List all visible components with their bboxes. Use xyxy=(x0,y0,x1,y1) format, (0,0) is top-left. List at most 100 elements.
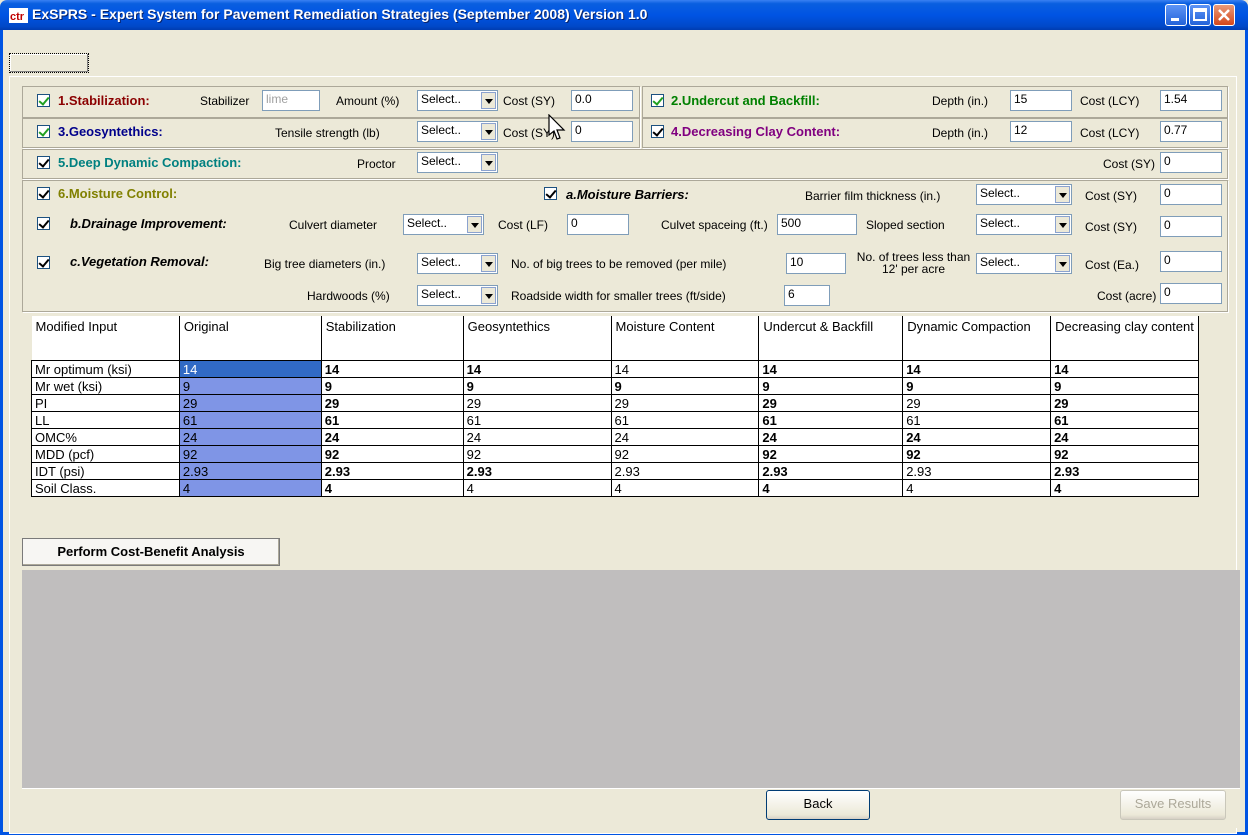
grid-cell[interactable]: 29 xyxy=(320,394,464,412)
row-header-cell[interactable]: Mr optimum (ksi) xyxy=(31,360,180,378)
grid-cell[interactable]: 4 xyxy=(1050,479,1199,497)
grid-cell[interactable]: 9 xyxy=(1050,377,1199,395)
vegetation-checkbox[interactable] xyxy=(37,256,50,269)
grid-cell[interactable]: 92 xyxy=(758,445,904,463)
grid-cell[interactable]: 2.93 xyxy=(320,462,464,480)
grid-cell[interactable]: 61 xyxy=(902,411,1052,429)
grid-cell[interactable]: 14 xyxy=(1050,360,1199,378)
clay-checkbox[interactable] xyxy=(651,125,664,138)
grid-cell[interactable]: 4 xyxy=(758,479,904,497)
grid-cell[interactable]: 4 xyxy=(178,479,322,497)
row-header-cell[interactable]: OMC% xyxy=(31,428,180,446)
tensile-select[interactable]: Select.. xyxy=(417,121,498,142)
proctor-select[interactable]: Select.. xyxy=(417,152,498,173)
grid-cell[interactable]: 92 xyxy=(902,445,1052,463)
num-big-trees-input[interactable]: 10 xyxy=(786,253,846,274)
grid-cell[interactable]: 61 xyxy=(758,411,904,429)
table-row[interactable]: OMC% 24 24 24 24 24 24 24 xyxy=(31,428,1199,446)
dropdown-arrow-icon[interactable] xyxy=(1055,255,1070,272)
culvert-select[interactable]: Select.. xyxy=(403,214,484,235)
drainage-cost-sy-input[interactable]: 0 xyxy=(1160,216,1222,237)
row-header-cell[interactable]: LL xyxy=(31,411,180,429)
close-button[interactable] xyxy=(1213,4,1235,26)
grid-cell[interactable]: 29 xyxy=(462,394,612,412)
table-row[interactable]: LL 61 61 61 61 61 61 61 xyxy=(31,411,1199,429)
grid-header-cell[interactable]: Dynamic Compaction xyxy=(902,316,1052,361)
amount-select[interactable]: Select.. xyxy=(417,90,498,111)
table-row[interactable]: PI 29 29 29 29 29 29 29 xyxy=(31,394,1199,412)
compaction-checkbox[interactable] xyxy=(37,156,50,169)
hardwoods-select[interactable]: Select.. xyxy=(417,285,498,306)
grid-cell[interactable]: 24 xyxy=(610,428,760,446)
table-row[interactable]: MDD (pcf) 92 92 92 92 92 92 92 xyxy=(31,445,1199,463)
grid-cell[interactable]: 9 xyxy=(178,377,322,395)
undercut-cost-input[interactable]: 1.54 xyxy=(1160,90,1222,111)
grid-cell[interactable]: 4 xyxy=(320,479,464,497)
clay-cost-input[interactable]: 0.77 xyxy=(1160,121,1222,142)
undercut-depth-input[interactable]: 15 xyxy=(1010,90,1072,111)
grid-cell[interactable]: 61 xyxy=(178,411,322,429)
maximize-button[interactable] xyxy=(1189,4,1211,26)
film-select[interactable]: Select.. xyxy=(976,184,1072,205)
big-tree-select[interactable]: Select.. xyxy=(417,253,498,274)
back-button[interactable]: Back xyxy=(766,790,870,820)
drainage-cost-lf-input[interactable]: 0 xyxy=(567,214,629,235)
grid-cell[interactable]: 4 xyxy=(902,479,1052,497)
barriers-cost-input[interactable]: 0 xyxy=(1160,184,1222,205)
grid-cell[interactable]: 4 xyxy=(462,479,612,497)
compaction-cost-input[interactable]: 0 xyxy=(1160,152,1222,173)
grid-cell[interactable]: 14 xyxy=(320,360,464,378)
cost-acre-input[interactable]: 0 xyxy=(1160,283,1222,304)
minimize-button[interactable] xyxy=(1165,4,1187,26)
grid-cell[interactable]: 2.93 xyxy=(462,462,612,480)
grid-cell[interactable]: 29 xyxy=(758,394,904,412)
grid-cell[interactable]: 9 xyxy=(610,377,760,395)
save-results-button[interactable]: Save Results xyxy=(1120,790,1226,820)
grid-cell[interactable]: 92 xyxy=(320,445,464,463)
grid-cell[interactable]: 9 xyxy=(462,377,612,395)
grid-cell[interactable]: 14 xyxy=(758,360,904,378)
cost-benefit-analysis-button[interactable]: Perform Cost-Benefit Analysis xyxy=(22,538,280,566)
table-row[interactable]: Soil Class. 4 4 4 4 4 4 4 xyxy=(31,479,1199,497)
sloped-select[interactable]: Select.. xyxy=(976,214,1072,235)
grid-cell[interactable]: 92 xyxy=(178,445,322,463)
grid-cell[interactable]: 14 xyxy=(902,360,1052,378)
barriers-checkbox[interactable] xyxy=(544,187,557,200)
dropdown-arrow-icon[interactable] xyxy=(481,123,496,140)
drainage-checkbox[interactable] xyxy=(37,217,50,230)
grid-header-cell[interactable]: Moisture Content xyxy=(611,316,760,361)
grid-cell[interactable]: 61 xyxy=(1050,411,1199,429)
dropdown-arrow-icon[interactable] xyxy=(481,154,496,171)
stabilizer-input[interactable]: lime xyxy=(262,90,320,111)
grid-cell[interactable]: 4 xyxy=(610,479,760,497)
grid-cell[interactable]: 24 xyxy=(462,428,612,446)
grid-cell[interactable]: 14 xyxy=(178,360,322,378)
clay-depth-input[interactable]: 12 xyxy=(1010,121,1072,142)
grid-cell[interactable]: 61 xyxy=(610,411,760,429)
grid-header-cell[interactable]: Decreasing clay content xyxy=(1050,316,1199,361)
grid-cell[interactable]: 29 xyxy=(1050,394,1199,412)
undercut-checkbox[interactable] xyxy=(651,94,664,107)
grid-cell[interactable]: 2.93 xyxy=(1050,462,1199,480)
grid-cell[interactable]: 9 xyxy=(320,377,464,395)
table-row[interactable]: Mr optimum (ksi) 14 14 14 14 14 14 14 xyxy=(31,360,1199,378)
row-header-cell[interactable]: IDT (psi) xyxy=(31,462,180,480)
grid-header-cell[interactable]: Geosyntethics xyxy=(463,316,612,361)
stabilization-cost-input[interactable]: 0.0 xyxy=(571,90,633,111)
dropdown-arrow-icon[interactable] xyxy=(481,287,496,304)
grid-header-cell[interactable]: Undercut & Backfill xyxy=(758,316,904,361)
grid-cell[interactable]: 2.93 xyxy=(758,462,904,480)
dropdown-arrow-icon[interactable] xyxy=(467,216,482,233)
grid-cell[interactable]: 2.93 xyxy=(610,462,760,480)
grid-cell[interactable]: 24 xyxy=(178,428,322,446)
geosynthetics-checkbox[interactable] xyxy=(37,125,50,138)
stabilization-checkbox[interactable] xyxy=(37,94,50,107)
grid-cell[interactable]: 24 xyxy=(902,428,1052,446)
grid-cell[interactable]: 92 xyxy=(610,445,760,463)
grid-cell[interactable]: 29 xyxy=(178,394,322,412)
grid-cell[interactable]: 9 xyxy=(758,377,904,395)
grid-cell[interactable]: 61 xyxy=(462,411,612,429)
table-row[interactable]: Mr wet (ksi) 9 9 9 9 9 9 9 xyxy=(31,377,1199,395)
menu-button[interactable] xyxy=(9,53,89,73)
table-row[interactable]: IDT (psi) 2.93 2.93 2.93 2.93 2.93 2.93 2.93 xyxy=(31,462,1199,480)
